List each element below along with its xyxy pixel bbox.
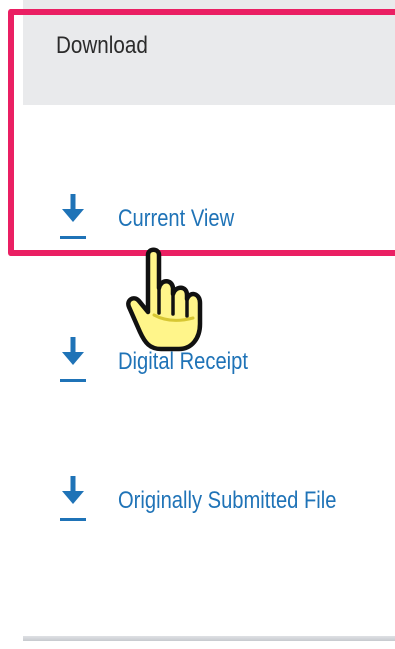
panel-bottom-divider bbox=[23, 636, 395, 641]
download-originally-submitted-file-item[interactable]: Originally Submitted File bbox=[23, 469, 395, 531]
download-digital-receipt-label: Digital Receipt bbox=[118, 348, 248, 375]
download-current-view-label: Current View bbox=[118, 205, 235, 232]
download-current-view-item[interactable]: Current View bbox=[23, 187, 395, 249]
download-panel-title: Download bbox=[56, 32, 148, 59]
download-icon bbox=[60, 194, 86, 239]
download-digital-receipt-item[interactable]: Digital Receipt bbox=[23, 330, 395, 392]
download-screenshot-stage: Download Current View Digital Receipt Or… bbox=[0, 0, 395, 649]
download-panel: Download Current View Digital Receipt Or… bbox=[23, 0, 395, 649]
download-originally-submitted-file-label: Originally Submitted File bbox=[118, 487, 337, 514]
download-icon bbox=[60, 476, 86, 521]
download-icon bbox=[60, 337, 86, 382]
download-panel-header: Download bbox=[23, 0, 395, 105]
